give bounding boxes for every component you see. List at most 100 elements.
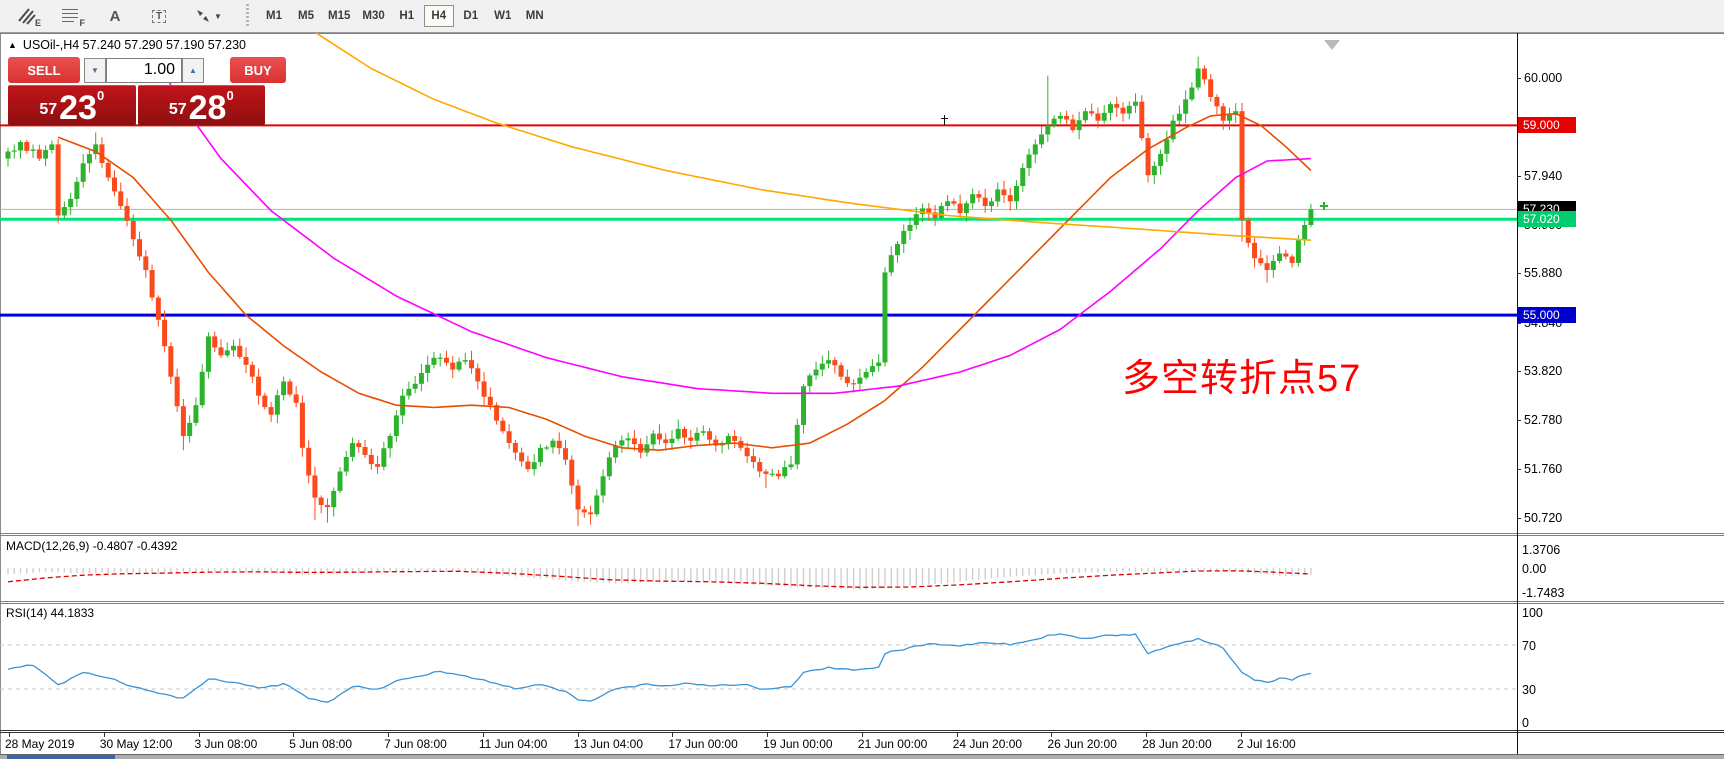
candle-body (1033, 144, 1038, 154)
candle-body (908, 225, 913, 231)
candle-body (939, 206, 944, 218)
timeframe-d1[interactable]: D1 (456, 5, 486, 27)
candle-body (726, 436, 731, 443)
candle-body (1296, 240, 1301, 263)
candle-body (1252, 243, 1257, 258)
volume-increase-button[interactable]: ▲ (182, 58, 204, 83)
candle-body (1277, 253, 1282, 261)
candle-body (576, 486, 581, 510)
candle-body (1152, 166, 1157, 175)
candle-body (356, 443, 361, 447)
candle-body (419, 373, 424, 384)
timeframe-m1[interactable]: M1 (259, 5, 289, 27)
candle-body (143, 256, 148, 270)
candle-body (569, 460, 574, 486)
candle-body (1133, 102, 1138, 106)
candle-body (945, 201, 950, 206)
candle-body (745, 448, 750, 456)
buy-price-display[interactable]: 57 28 0 (138, 85, 266, 125)
candle-body (413, 384, 418, 389)
expand-triangle-icon[interactable]: ▲ (8, 40, 17, 50)
toolbar-separator-handle[interactable] (244, 4, 251, 28)
timeframe-w1[interactable]: W1 (488, 5, 518, 27)
candle-body (337, 472, 342, 491)
rsi-axis-label: 70 (1522, 639, 1536, 653)
candle-body (1014, 186, 1019, 201)
candle-body (682, 429, 687, 438)
buy-price-prefix: 57 (169, 101, 187, 119)
candle-body (1027, 155, 1032, 169)
text-box-tool-button[interactable]: T (144, 4, 174, 28)
spinner-down-icon: ▼ (91, 66, 99, 75)
annotation-text[interactable]: 多空转折点57 (1122, 347, 1361, 402)
symbol-ohlc-text: USOil-,H4 57.240 57.290 57.190 57.230 (23, 38, 246, 52)
candle-body (1058, 116, 1063, 119)
candle-body (1246, 220, 1251, 243)
volume-decrease-button[interactable]: ▼ (84, 58, 106, 83)
candle-body (74, 182, 79, 199)
pane-separator[interactable] (0, 533, 1724, 534)
arrow-objects-tool-button[interactable]: ▼ (188, 4, 228, 28)
crayon-tool-label: E (35, 18, 41, 28)
macd-pane[interactable] (0, 537, 1517, 601)
candle-body (964, 203, 969, 213)
candle-body (832, 360, 837, 365)
candle-body (482, 381, 487, 396)
candle-body (457, 362, 462, 370)
candle-body (707, 431, 712, 439)
candle-body (18, 142, 23, 150)
crayon-draw-tool-button[interactable]: E (12, 4, 42, 28)
window-bottom-strip (0, 755, 1724, 759)
text-label-tool-button[interactable]: A (100, 4, 130, 28)
candle-body (770, 474, 775, 475)
candle-body (125, 206, 130, 221)
candle-body (450, 363, 455, 370)
candle-body (1102, 113, 1107, 121)
sell-button[interactable]: SELL (8, 57, 80, 83)
sell-price-display[interactable]: 57 23 0 (8, 85, 136, 125)
buy-button[interactable]: BUY (230, 57, 286, 83)
candle-body (200, 372, 205, 405)
candle-body (669, 439, 674, 443)
candle-body (37, 149, 42, 158)
timeframe-m5[interactable]: M5 (291, 5, 321, 27)
candle-body (776, 474, 781, 477)
candle-body (1164, 139, 1169, 154)
candle-body (983, 198, 988, 206)
candle-body (275, 395, 280, 414)
pane-separator[interactable] (0, 601, 1724, 602)
candle-body (626, 438, 631, 440)
candle-body (175, 377, 180, 406)
candle-body (156, 298, 161, 320)
timeframe-mn[interactable]: MN (520, 5, 550, 27)
macd-axis-label: 1.3706 (1522, 543, 1560, 557)
candle-body (62, 207, 67, 215)
time-axis-label: 30 May 12:00 (100, 737, 173, 751)
candle-body (237, 346, 242, 357)
candle-body (43, 150, 48, 159)
candle-body (312, 475, 317, 497)
timeframe-m15[interactable]: M15 (323, 5, 355, 27)
timeframe-h1[interactable]: H1 (392, 5, 422, 27)
candle-body (193, 405, 198, 423)
candle-body (814, 370, 819, 376)
candle-body (757, 462, 762, 471)
candle-body (256, 377, 261, 396)
arrows-icon (194, 7, 212, 25)
volume-input[interactable] (106, 58, 182, 83)
timeframe-m30[interactable]: M30 (357, 5, 389, 27)
candle-body (1045, 125, 1050, 134)
fibonacci-tool-button[interactable]: F (56, 4, 86, 28)
candle-body (1146, 138, 1151, 175)
candle-body (789, 464, 794, 467)
timeframe-h4[interactable]: H4 (424, 5, 454, 27)
candle-body (12, 150, 17, 151)
candle-body (269, 407, 274, 415)
price-tick-label: 50.720 (1524, 511, 1562, 525)
pane-separator[interactable] (0, 535, 1724, 536)
quote-display: 57 23 0 57 28 0 (8, 85, 265, 125)
time-axis-label: 2 Jul 16:00 (1237, 737, 1296, 751)
candle-body (469, 360, 474, 368)
sell-price-sup: 0 (97, 88, 104, 103)
rsi-pane[interactable] (0, 604, 1517, 730)
